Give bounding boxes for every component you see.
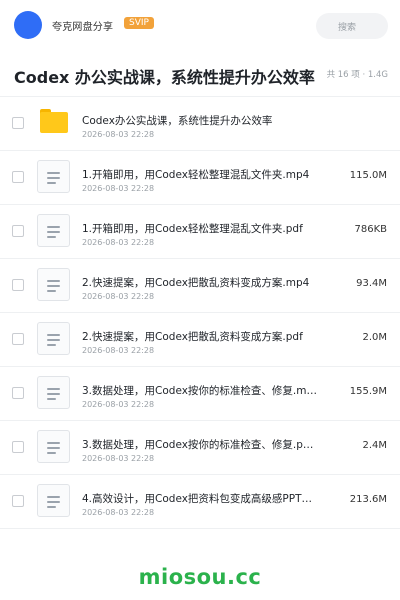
file-size: 115.0M [349,170,387,181]
list-item[interactable]: 3.数据处理，用Codex按你的标准检查、修复.m… 2026-08-03 22:… [0,367,400,421]
document-icon [37,430,70,463]
file-date: 2026-08-03 22:28 [82,346,155,355]
file-date: 2026-08-03 22:28 [82,292,155,301]
file-date: 2026-08-03 22:28 [82,508,155,517]
select-checkbox[interactable] [12,333,24,345]
select-checkbox[interactable] [12,387,24,399]
list-item[interactable]: 2.快速提案，用Codex把散乱资料变成方案.pdf 2026-08-03 22:… [0,313,400,367]
list-item[interactable]: 1.开箱即用，用Codex轻松整理混乱文件夹.mp4 2026-08-03 22:… [0,151,400,205]
document-icon [37,322,70,355]
document-icon [37,214,70,247]
top-bar: 夸克网盘分享 SVIP 搜索 [0,0,400,52]
file-name[interactable]: 2.快速提案，用Codex把散乱资料变成方案.pdf [82,329,327,344]
folder-header: Codex 办公实战课，系统性提升办公效率 共 16 项 · 1.4G [0,52,400,97]
file-size: 93.4M [356,278,387,289]
file-name[interactable]: 3.数据处理，用Codex按你的标准检查、修复.p… [82,437,327,452]
document-icon [37,160,70,193]
list-item[interactable]: 3.数据处理，用Codex按你的标准检查、修复.p… 2026-08-03 22:… [0,421,400,475]
file-name[interactable]: 3.数据处理，用Codex按你的标准检查、修复.m… [82,383,327,398]
file-date: 2026-08-03 22:28 [82,130,155,139]
file-size: 2.0M [362,332,387,343]
file-list: Codex办公实战课，系统性提升办公效率 2026-08-03 22:28 1.开箱… [0,97,400,529]
file-size: 786KB [354,224,387,235]
document-icon [37,268,70,301]
file-name[interactable]: 1.开箱即用，用Codex轻松整理混乱文件夹.pdf [82,221,327,236]
select-checkbox[interactable] [12,495,24,507]
folder-meta: 共 16 项 · 1.4G [326,70,388,80]
search-input[interactable]: 搜索 [316,13,388,39]
file-size: 213.6M [349,494,387,505]
file-date: 2026-08-03 22:28 [82,454,155,463]
file-name[interactable]: 2.快速提案，用Codex把散乱资料变成方案.mp4 [82,275,327,290]
file-date: 2026-08-03 22:28 [82,238,155,247]
file-date: 2026-08-03 22:28 [82,400,155,409]
file-name[interactable]: 1.开箱即用，用Codex轻松整理混乱文件夹.mp4 [82,167,327,182]
list-item[interactable]: 2.快速提案，用Codex把散乱资料变成方案.mp4 2026-08-03 22:… [0,259,400,313]
avatar[interactable] [14,11,42,39]
file-date: 2026-08-03 22:28 [82,184,155,193]
search-placeholder: 搜索 [338,23,357,33]
file-name[interactable]: 4.高效设计，用Codex把资料包变成高级感PPT… [82,491,327,506]
list-item[interactable]: 1.开箱即用，用Codex轻松整理混乱文件夹.pdf 2026-08-03 22:… [0,205,400,259]
list-item[interactable]: 4.高效设计，用Codex把资料包变成高级感PPT… 2026-08-03 22:… [0,475,400,529]
svip-badge[interactable]: SVIP [124,17,154,29]
file-name[interactable]: Codex办公实战课，系统性提升办公效率 [82,113,327,128]
select-checkbox[interactable] [12,441,24,453]
page-title: Codex 办公实战课，系统性提升办公效率 [14,68,315,87]
file-size: 155.9M [349,386,387,397]
select-checkbox[interactable] [12,279,24,291]
list-item[interactable]: Codex办公实战课，系统性提升办公效率 2026-08-03 22:28 [0,97,400,151]
document-icon [37,376,70,409]
watermark: miosou.cc [138,565,262,589]
select-checkbox[interactable] [12,171,24,183]
select-checkbox[interactable] [12,225,24,237]
file-size: 2.4M [362,440,387,451]
folder-icon [40,109,68,133]
document-icon [37,484,70,517]
select-checkbox[interactable] [12,117,24,129]
app-name: 夸克网盘分享 [52,22,114,33]
